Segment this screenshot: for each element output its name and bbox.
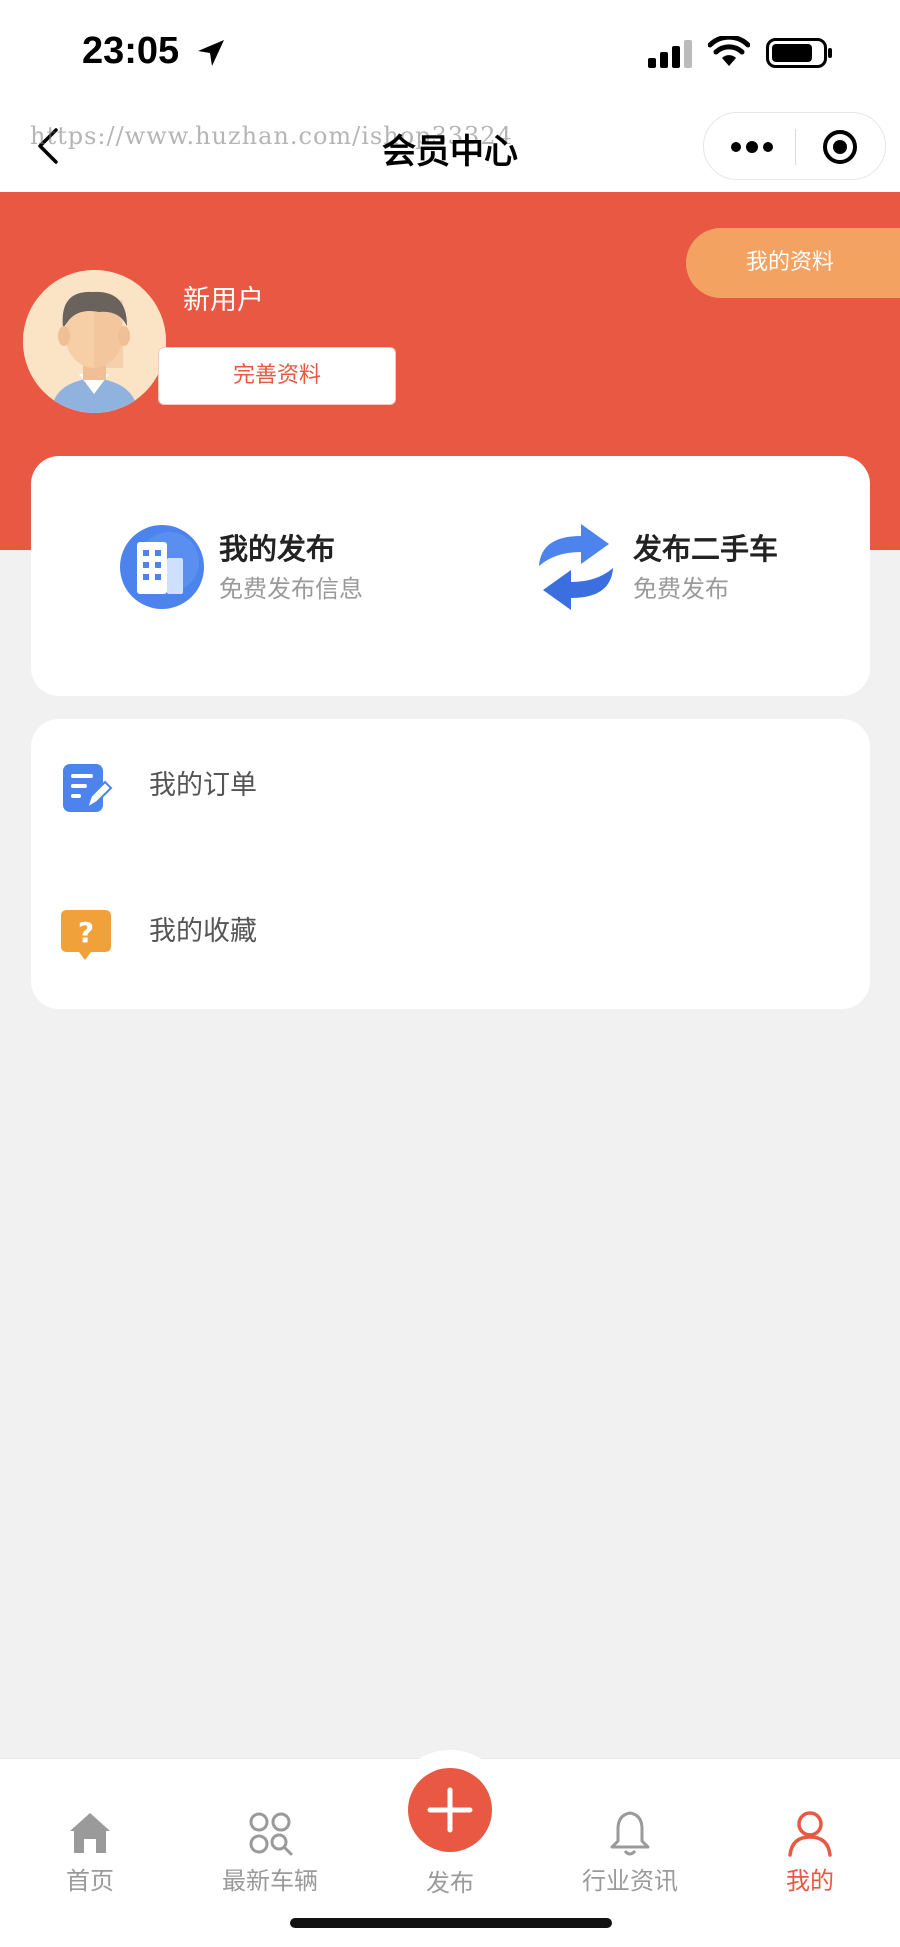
home-icon [70, 1813, 110, 1853]
status-bar: 23:05 [0, 0, 900, 100]
my-publish-subtitle: 免费发布信息 [219, 575, 363, 603]
publish-card: 我的发布 免费发布信息 发布二手车 免费发布 [31, 456, 870, 696]
location-arrow-icon [198, 40, 224, 66]
avatar-illustration [23, 270, 166, 413]
tab-industry-news-label: 行业资讯 [582, 1867, 678, 1895]
tab-latest-vehicles[interactable]: 最新车辆 [180, 1759, 360, 1895]
tab-mine-label: 我的 [786, 1867, 834, 1895]
building-icon [120, 525, 204, 609]
my-profile-button[interactable]: 我的资料 [686, 228, 900, 298]
edit-document-icon [63, 764, 113, 812]
my-orders-label: 我的订单 [149, 770, 257, 801]
my-favorites-label: 我的收藏 [149, 916, 257, 947]
plus-icon [427, 1787, 473, 1833]
publish-used-car-title: 发布二手车 [633, 532, 779, 566]
user-icon [788, 1811, 832, 1857]
cellular-signal-icon [648, 40, 692, 68]
publish-used-car-subtitle: 免费发布 [633, 575, 729, 603]
home-indicator [290, 1918, 612, 1928]
close-target-icon[interactable] [820, 127, 860, 167]
list-item-my-favorites[interactable]: ? 我的收藏 [31, 865, 870, 985]
tab-latest-vehicles-label: 最新车辆 [222, 1867, 318, 1895]
tab-industry-news[interactable]: 行业资讯 [540, 1759, 720, 1895]
tab-mine[interactable]: 我的 [720, 1759, 900, 1895]
question-bubble-icon: ? [61, 910, 111, 960]
battery-icon [766, 38, 832, 68]
miniprogram-capsule [703, 112, 886, 180]
my-publish-title: 我的发布 [219, 532, 336, 566]
refresh-arrows-icon [539, 524, 613, 610]
grid-search-icon [249, 1812, 293, 1856]
edit-profile-button[interactable]: 完善资料 [158, 347, 396, 405]
publish-fab-button[interactable] [408, 1768, 492, 1852]
capsule-divider [795, 129, 796, 165]
more-dots-icon[interactable] [730, 135, 774, 159]
wifi-icon [708, 36, 750, 66]
menu-card: 我的订单 ? 我的收藏 [31, 719, 870, 1009]
avatar[interactable] [23, 270, 166, 413]
list-item-my-orders[interactable]: 我的订单 [31, 719, 870, 839]
tab-home[interactable]: 首页 [0, 1759, 180, 1895]
svg-text:?: ? [78, 916, 94, 949]
username: 新用户 [183, 285, 264, 316]
status-time: 23:05 [82, 30, 180, 72]
tab-home-label: 首页 [66, 1867, 114, 1895]
bell-icon [610, 1811, 650, 1856]
nav-bar: https://www.huzhan.com/ishop33324 会员中心 [0, 100, 900, 192]
